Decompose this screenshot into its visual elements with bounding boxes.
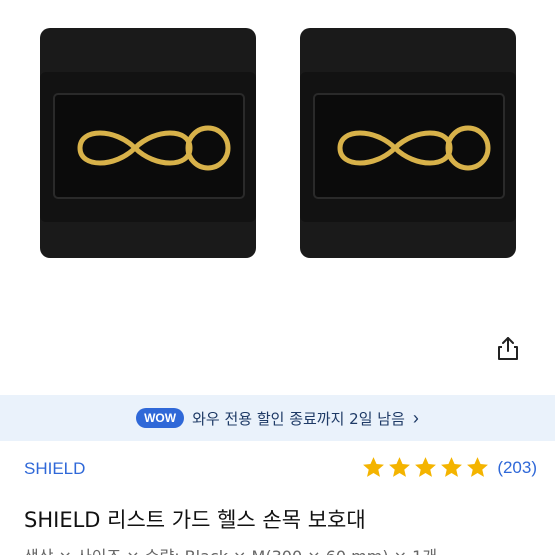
brand-link[interactable]: SHIELD [24, 459, 85, 479]
star-icon [415, 457, 437, 477]
star-icon [441, 457, 463, 477]
share-button[interactable] [492, 332, 524, 364]
star-icon [467, 457, 489, 477]
wrist-guard-right [300, 28, 516, 258]
wrist-guard-left [40, 28, 256, 258]
product-image[interactable] [0, 0, 555, 380]
review-count[interactable]: (203) [497, 458, 537, 478]
wow-promo-bar[interactable]: WOW 와우 전용 할인 종료까지 2일 남음 › [0, 395, 555, 441]
star-icon [363, 457, 385, 477]
star-icon [389, 457, 411, 477]
chevron-right-icon: › [412, 408, 419, 428]
selected-options[interactable]: 색상 × 사이즈 × 수량: Black × M(300 × 60 mm) × … [24, 543, 437, 555]
product-title: SHIELD 리스트 가드 헬스 손목 보호대 [24, 508, 366, 532]
share-icon [498, 337, 518, 360]
wow-badge: WOW [136, 408, 185, 428]
rating[interactable]: (203) [361, 455, 537, 480]
promo-text: 와우 전용 할인 종료까지 2일 남음 [192, 409, 405, 428]
